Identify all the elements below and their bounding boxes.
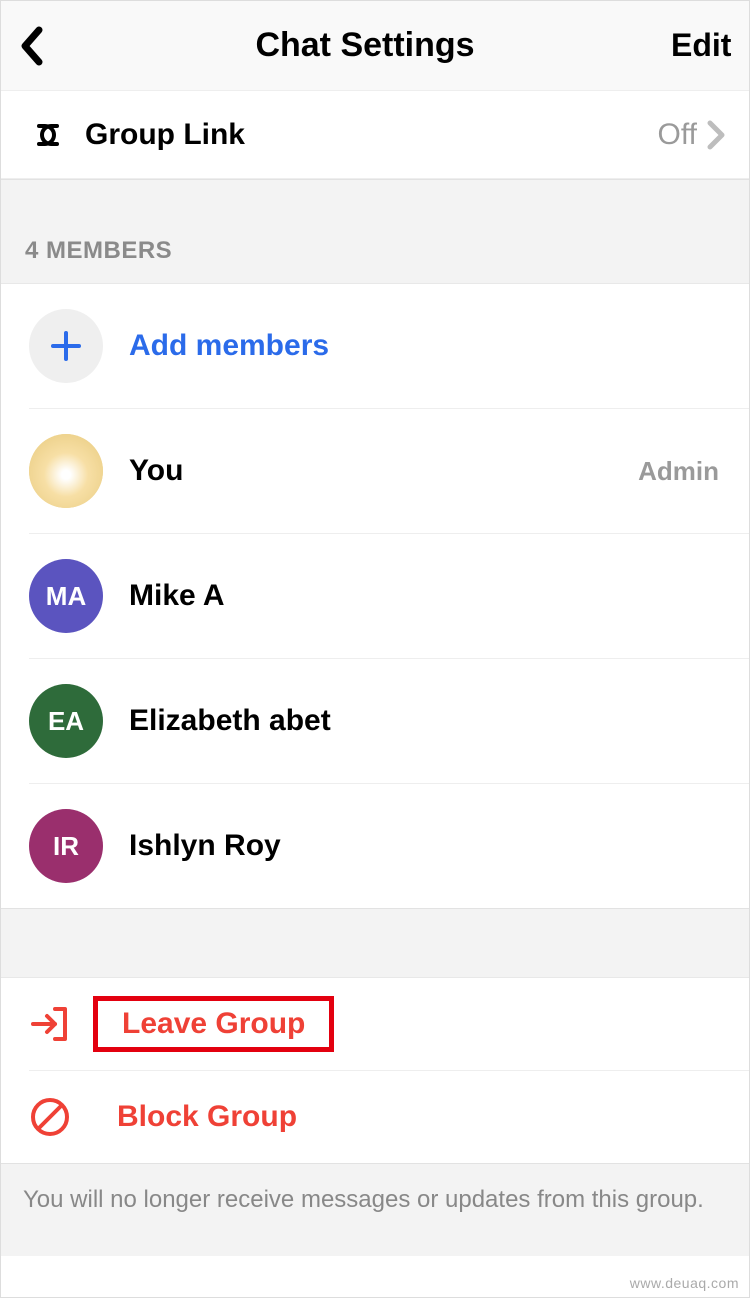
watermark: www.deuaq.com [630,1275,739,1291]
chevron-left-icon [19,26,45,66]
page-title: Chat Settings [59,26,671,65]
avatar: EA [29,684,103,758]
member-row[interactable]: EA Elizabeth abet [1,659,749,783]
leave-icon [29,1003,89,1045]
leave-group-row[interactable]: Leave Group [1,978,749,1070]
member-row[interactable]: MA Mike A [1,534,749,658]
footer-note: You will no longer receive messages or u… [1,1163,749,1256]
highlight-annotation: Leave Group [93,996,334,1052]
link-icon [25,122,85,148]
members-count-label: 4 MEMBERS [25,237,172,265]
group-link-value: Off [658,118,697,152]
avatar-initials: IR [53,831,79,862]
add-members-label: Add members [129,329,725,363]
avatar-initials: MA [46,581,86,612]
member-name: Ishlyn Roy [129,829,725,863]
role-badge: Admin [638,456,719,487]
leave-group-label: Leave Group [122,1007,305,1040]
members-list: Add members You Admin MA Mike A EA Eliza… [1,284,749,908]
members-section-header: 4 MEMBERS [1,179,749,284]
group-link-label: Group Link [85,118,658,152]
block-group-row[interactable]: Block Group [1,1071,749,1163]
member-name: You [129,454,638,488]
block-icon [29,1096,89,1138]
block-group-label: Block Group [117,1100,297,1134]
edit-button[interactable]: Edit [671,27,731,64]
member-row[interactable]: IR Ishlyn Roy [1,784,749,908]
chevron-right-icon [707,120,725,150]
header-bar: Chat Settings Edit [1,1,749,91]
add-members-row[interactable]: Add members [1,284,749,408]
avatar: MA [29,559,103,633]
member-row-you[interactable]: You Admin [1,409,749,533]
group-link-row[interactable]: Group Link Off [1,91,749,179]
footer-text: You will no longer receive messages or u… [23,1184,727,1216]
avatar: IR [29,809,103,883]
plus-icon [29,309,103,383]
member-name: Elizabeth abet [129,704,725,738]
member-name: Mike A [129,579,725,613]
avatar [29,434,103,508]
section-gap [1,908,749,978]
back-button[interactable] [19,26,59,66]
avatar-initials: EA [48,706,84,737]
